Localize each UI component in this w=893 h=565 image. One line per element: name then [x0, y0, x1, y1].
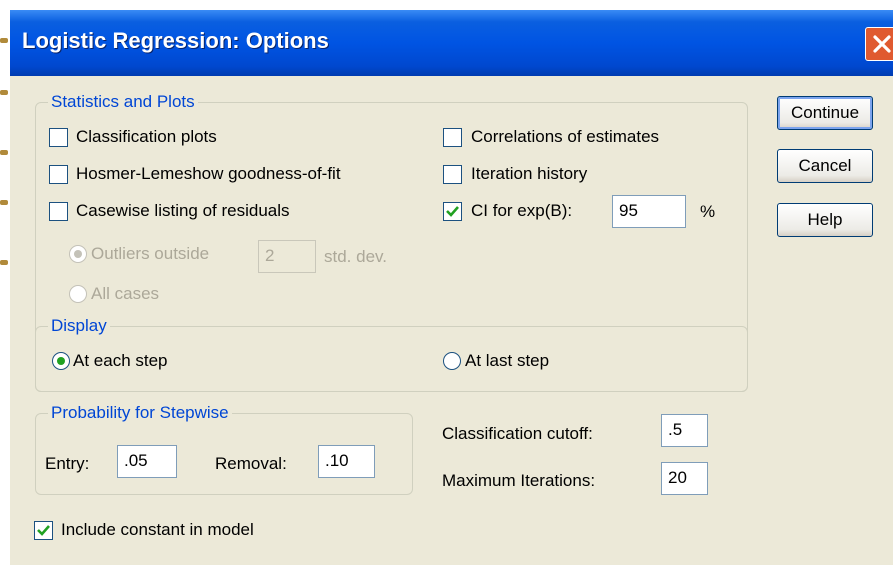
cancel-button[interactable]: Cancel [777, 149, 873, 183]
classification-cutoff-label: Classification cutoff: [442, 424, 593, 443]
checkmark-icon [37, 525, 50, 536]
close-icon [873, 35, 891, 53]
outliers-std-dev-input[interactable]: 2 [258, 240, 316, 273]
radio-selected-dot [74, 250, 82, 258]
hosmer-lemeshow-label[interactable]: Hosmer-Lemeshow goodness-of-fit [76, 163, 341, 185]
close-button[interactable] [865, 27, 893, 61]
ci-expb-input[interactable]: 95 [612, 195, 686, 228]
at-each-step-label[interactable]: At each step [73, 350, 168, 372]
display-legend: Display [48, 316, 110, 336]
probability-stepwise-legend: Probability for Stepwise [48, 403, 232, 423]
all-cases-radio[interactable] [69, 285, 87, 303]
radio-selected-dot [57, 357, 65, 365]
logistic-regression-options-dialog: Logistic Regression: Options Statistics … [10, 10, 893, 565]
casewise-listing-label[interactable]: Casewise listing of residuals [76, 200, 290, 222]
removal-input[interactable]: .10 [318, 445, 375, 478]
correlations-checkbox[interactable] [443, 128, 462, 147]
maximum-iterations-label: Maximum Iterations: [442, 471, 596, 490]
background-marker [0, 38, 8, 43]
title-bar[interactable]: Logistic Regression: Options [10, 10, 893, 76]
background-marker [0, 150, 8, 155]
iteration-history-checkbox[interactable] [443, 165, 462, 184]
include-constant-label[interactable]: Include constant in model [61, 519, 254, 541]
maximum-iterations-input[interactable]: 20 [661, 462, 708, 495]
continue-button[interactable]: Continue [777, 96, 873, 130]
checkmark-icon [446, 206, 459, 217]
at-each-step-radio[interactable] [52, 352, 70, 370]
dialog-title: Logistic Regression: Options [22, 28, 329, 53]
at-last-step-radio[interactable] [443, 352, 461, 370]
background-marker [0, 90, 8, 95]
casewise-listing-checkbox[interactable] [49, 202, 68, 221]
include-constant-checkbox[interactable] [34, 521, 53, 540]
entry-label: Entry: [45, 454, 90, 473]
statistics-and-plots-legend: Statistics and Plots [48, 92, 198, 112]
classification-cutoff-input[interactable]: .5 [661, 414, 708, 447]
help-button[interactable]: Help [777, 203, 873, 237]
background-marker [0, 260, 8, 265]
classification-plots-checkbox[interactable] [49, 128, 68, 147]
background-marker [0, 200, 8, 205]
hosmer-lemeshow-checkbox[interactable] [49, 165, 68, 184]
background-window-edge [0, 0, 10, 565]
ci-expb-label[interactable]: CI for exp(B): [471, 200, 572, 222]
outliers-outside-label: Outliers outside [91, 244, 210, 263]
iteration-history-label[interactable]: Iteration history [471, 163, 587, 185]
ci-expb-checkbox[interactable] [443, 202, 462, 221]
removal-label: Removal: [215, 454, 287, 473]
entry-input[interactable]: .05 [117, 445, 177, 478]
std-dev-unit-label: std. dev. [324, 247, 387, 266]
classification-plots-label[interactable]: Classification plots [76, 126, 217, 148]
ci-percent-label: % [700, 202, 716, 221]
all-cases-label: All cases [91, 284, 160, 303]
correlations-label[interactable]: Correlations of estimates [471, 126, 659, 148]
outliers-outside-radio[interactable] [69, 245, 87, 263]
at-last-step-label[interactable]: At last step [465, 350, 549, 372]
